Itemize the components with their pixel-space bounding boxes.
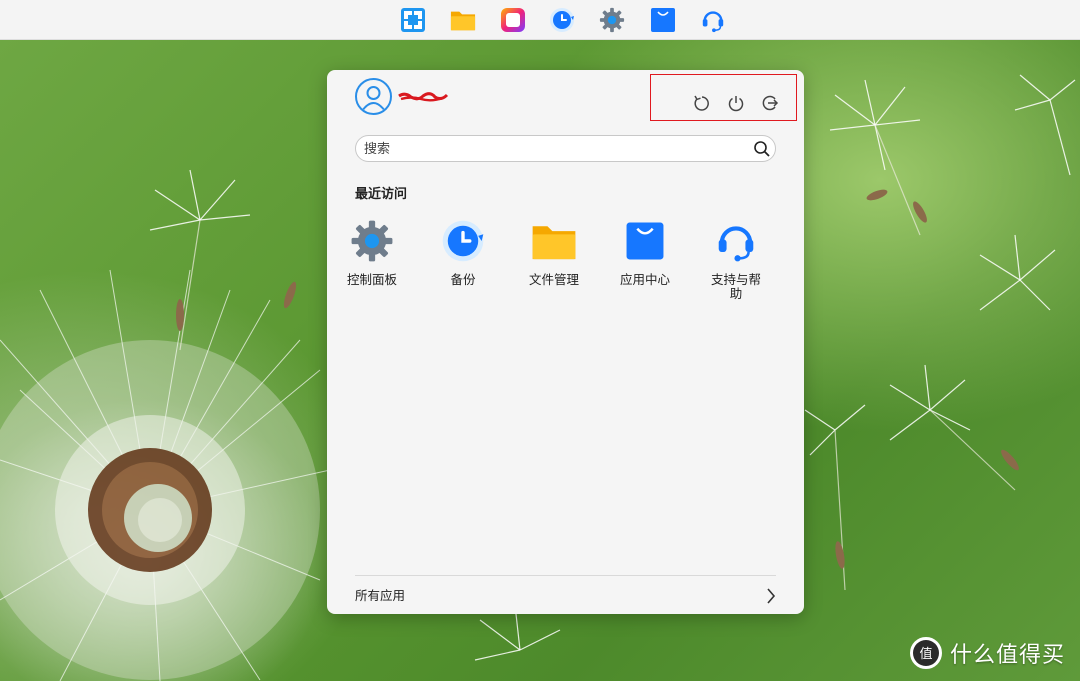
username-redacted (398, 92, 449, 102)
search-icon[interactable] (753, 140, 771, 158)
chevron-right-icon (767, 588, 776, 604)
recent-app-support[interactable]: 支持与帮助 (701, 218, 771, 301)
folder-icon[interactable] (450, 7, 476, 33)
watermark: 值 什么值得买 (910, 636, 1065, 670)
recent-app-control-panel[interactable]: 控制面板 (337, 218, 407, 287)
rounded-square-gradient-icon[interactable] (500, 7, 526, 33)
gear-icon (349, 218, 395, 264)
watermark-text: 什么值得买 (950, 643, 1066, 668)
app-label: 备份 (450, 272, 476, 287)
search-input[interactable] (364, 139, 744, 159)
recent-app-backup[interactable]: 备份 (428, 218, 498, 287)
power-actions-highlight (650, 74, 797, 121)
user-avatar-icon[interactable] (355, 78, 392, 115)
watermark-badge-char: 值 (919, 646, 932, 662)
app-label: 控制面板 (346, 272, 397, 287)
app-label: 支持与帮助 (710, 272, 761, 301)
clock-backup-icon[interactable] (549, 7, 575, 33)
recent-section-title: 最近访问 (355, 187, 408, 202)
watermark-logo: 值 (910, 637, 942, 669)
logout-icon[interactable] (759, 92, 781, 114)
taskbar (0, 0, 1080, 40)
search-box (355, 135, 776, 162)
app-label: 应用中心 (619, 272, 670, 287)
shopping-bag-icon (622, 218, 668, 264)
power-icon[interactable] (725, 92, 747, 114)
divider (355, 575, 776, 576)
start-menu-panel: 最近访问 控制面板 (327, 70, 804, 614)
headset-icon (713, 218, 759, 264)
headset-icon[interactable] (700, 7, 726, 33)
all-apps-button[interactable]: 所有应用 (355, 585, 776, 607)
shopping-bag-icon[interactable] (650, 7, 676, 33)
restart-icon[interactable] (691, 92, 713, 114)
recent-app-app-center[interactable]: 应用中心 (610, 218, 680, 287)
recent-app-file-manager[interactable]: 文件管理 (519, 218, 589, 287)
folder-icon (531, 218, 577, 264)
clock-backup-icon (440, 218, 486, 264)
all-apps-label: 所有应用 (355, 588, 406, 603)
app-label: 文件管理 (528, 272, 579, 287)
window-grid-icon[interactable] (400, 7, 426, 33)
gear-icon[interactable] (599, 7, 625, 33)
